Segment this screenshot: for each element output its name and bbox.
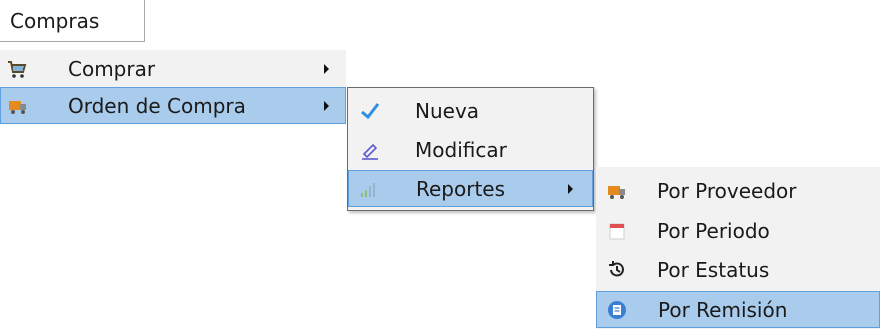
- truck-box-icon: [607, 181, 627, 201]
- bar-chart-icon: [359, 179, 379, 199]
- menu-compras-header[interactable]: Compras: [0, 0, 145, 42]
- menu-compras-label: Compras: [10, 9, 100, 33]
- menu-item-por-proveedor[interactable]: Por Proveedor: [596, 172, 880, 209]
- menu-item-nueva-label: Nueva: [415, 98, 480, 123]
- menu-item-reportes[interactable]: Reportes: [348, 170, 593, 207]
- menu-item-por-periodo-label: Por Periodo: [657, 218, 770, 243]
- menu-item-comprar-label: Comprar: [68, 56, 156, 81]
- menu-item-por-remision[interactable]: Por Remisión: [596, 291, 880, 328]
- submenu-arrow-icon: [324, 100, 329, 111]
- document-badge-icon: [607, 300, 627, 320]
- truck-box-icon: [8, 96, 28, 116]
- menu-item-por-remision-label: Por Remisión: [658, 297, 788, 322]
- menu-item-por-estatus[interactable]: Por Estatus: [596, 251, 880, 288]
- calendar-icon: [607, 221, 627, 241]
- menu-item-modificar[interactable]: Modificar: [348, 131, 593, 168]
- pencil-icon: [360, 140, 380, 160]
- submenu-arrow-icon: [568, 183, 573, 194]
- menu-item-por-proveedor-label: Por Proveedor: [657, 178, 797, 203]
- compras-dropdown: Comprar Orden de Compra: [0, 50, 346, 124]
- menu-item-nueva[interactable]: Nueva: [348, 92, 593, 129]
- menu-item-por-periodo[interactable]: Por Periodo: [596, 212, 880, 249]
- menu-item-por-estatus-label: Por Estatus: [657, 257, 770, 282]
- shopping-cart-icon: [7, 59, 27, 79]
- menu-item-orden-de-compra[interactable]: Orden de Compra: [0, 87, 346, 124]
- menu-item-comprar[interactable]: Comprar: [0, 50, 346, 87]
- menu-item-orden-label: Orden de Compra: [68, 93, 246, 118]
- checkmark-icon: [360, 101, 380, 121]
- menu-item-modificar-label: Modificar: [415, 137, 507, 162]
- history-icon: [607, 260, 627, 280]
- reportes-submenu: Por Proveedor Por Periodo Por Estatus Po…: [596, 167, 880, 329]
- orden-de-compra-submenu: Nueva Modificar Reportes: [347, 87, 594, 211]
- submenu-arrow-icon: [324, 63, 329, 74]
- menu-item-reportes-label: Reportes: [416, 176, 506, 201]
